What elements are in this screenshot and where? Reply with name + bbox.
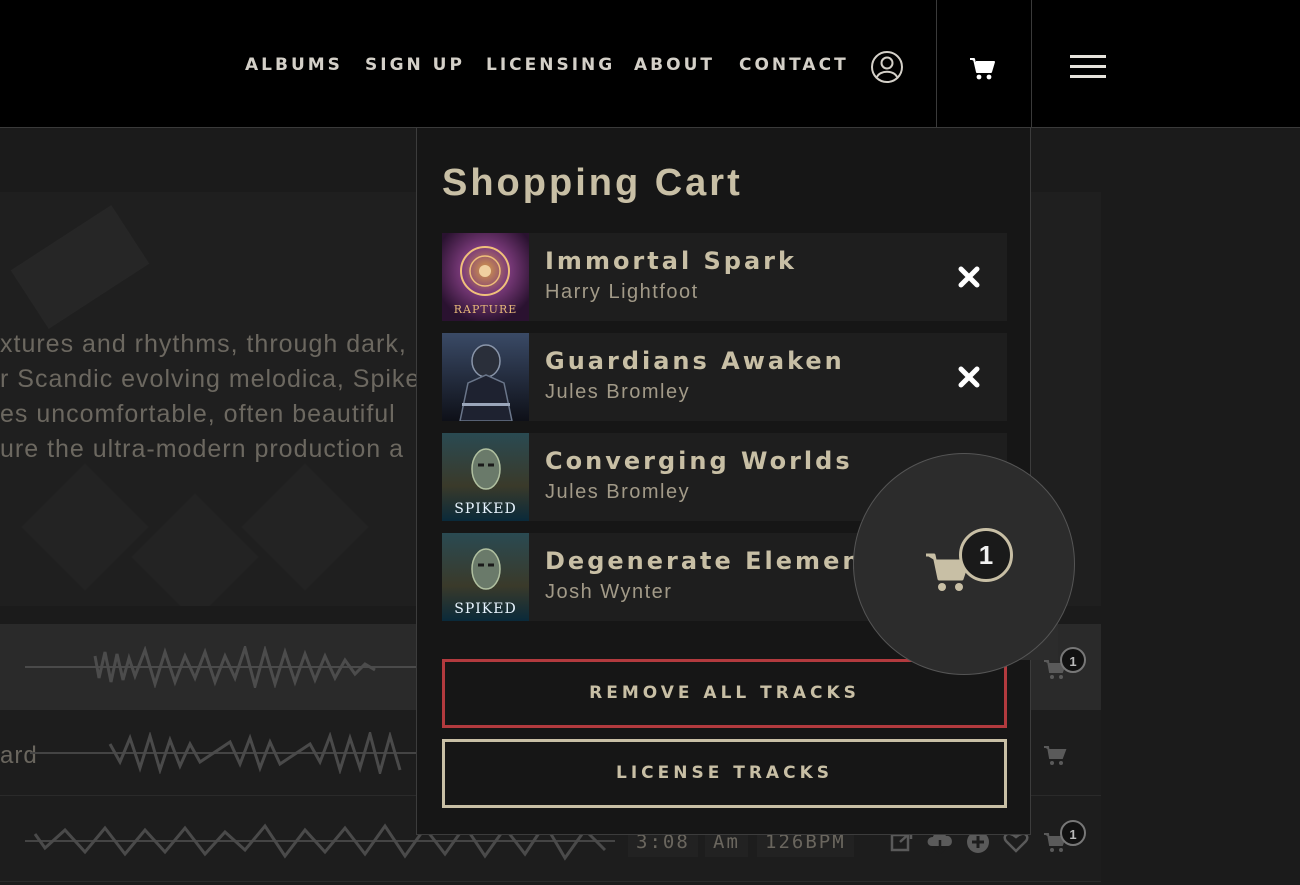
cover-text: RAPTURE <box>454 303 518 316</box>
close-icon[interactable] <box>957 265 981 289</box>
nav-licensing[interactable]: LICENSING <box>486 55 615 75</box>
hero-decoration <box>10 204 150 330</box>
hamburger-menu-icon[interactable] <box>1068 52 1108 82</box>
waveform[interactable] <box>25 646 425 688</box>
waveform[interactable] <box>30 732 420 774</box>
top-navigation: ALBUMS SIGN UP LICENSING ABOUT CONTACT <box>0 0 1300 128</box>
cover-text: SPIKED <box>454 601 516 617</box>
hero-description-line: r Scandic evolving melodica, Spike <box>0 365 421 393</box>
cart-item-title: Immortal Spark <box>545 247 797 275</box>
cart-item-artist: Harry Lightfoot <box>545 281 699 303</box>
hero-description-line: ure the ultra-modern production a <box>0 435 405 463</box>
hero-decoration <box>241 463 369 591</box>
hero-description-line: es uncomfortable, often beautiful <box>0 400 396 428</box>
cart-item-title: Guardians Awaken <box>545 347 845 375</box>
remove-all-tracks-button[interactable]: REMOVE ALL TRACKS <box>442 659 1007 728</box>
nav-albums[interactable]: ALBUMS <box>245 55 343 75</box>
cart-item-artist: Jules Bromley <box>545 381 691 403</box>
nav-divider <box>936 0 937 128</box>
hero-description-line: xtures and rhythms, through dark, <box>0 330 407 358</box>
cart-item-artist: Josh Wynter <box>545 581 673 603</box>
cart-item: Guardians Awaken Jules Bromley <box>442 333 1007 421</box>
album-cover <box>442 333 529 421</box>
cart-item-title: Converging Worlds <box>545 447 853 475</box>
album-cover: SPIKED <box>442 433 529 521</box>
album-cover: RAPTURE <box>442 233 529 321</box>
album-cover: SPIKED <box>442 533 529 621</box>
nav-contact[interactable]: CONTACT <box>739 55 849 75</box>
hero-decoration <box>21 463 149 591</box>
cart-count-badge: 1 <box>1060 647 1086 673</box>
nav-about[interactable]: ABOUT <box>634 55 715 75</box>
cart-icon[interactable] <box>1042 743 1068 767</box>
close-icon[interactable] <box>957 365 981 389</box>
cart-item-title: Degenerate Elements <box>545 547 895 575</box>
nav-divider <box>1031 0 1032 128</box>
cart-icon[interactable] <box>966 52 998 84</box>
cart-title: Shopping Cart <box>442 162 743 204</box>
cart-item-artist: Jules Bromley <box>545 481 691 503</box>
cover-text: SPIKED <box>454 501 516 517</box>
user-icon[interactable] <box>870 50 904 84</box>
license-tracks-button[interactable]: LICENSE TRACKS <box>442 739 1007 808</box>
cart-count-badge: 1 <box>1060 820 1086 846</box>
nav-sign-up[interactable]: SIGN UP <box>365 55 465 75</box>
hero-decoration <box>131 493 259 606</box>
cart-item: RAPTURE Immortal Spark Harry Lightfoot <box>442 233 1007 321</box>
cart-count-badge: 1 <box>959 528 1013 582</box>
